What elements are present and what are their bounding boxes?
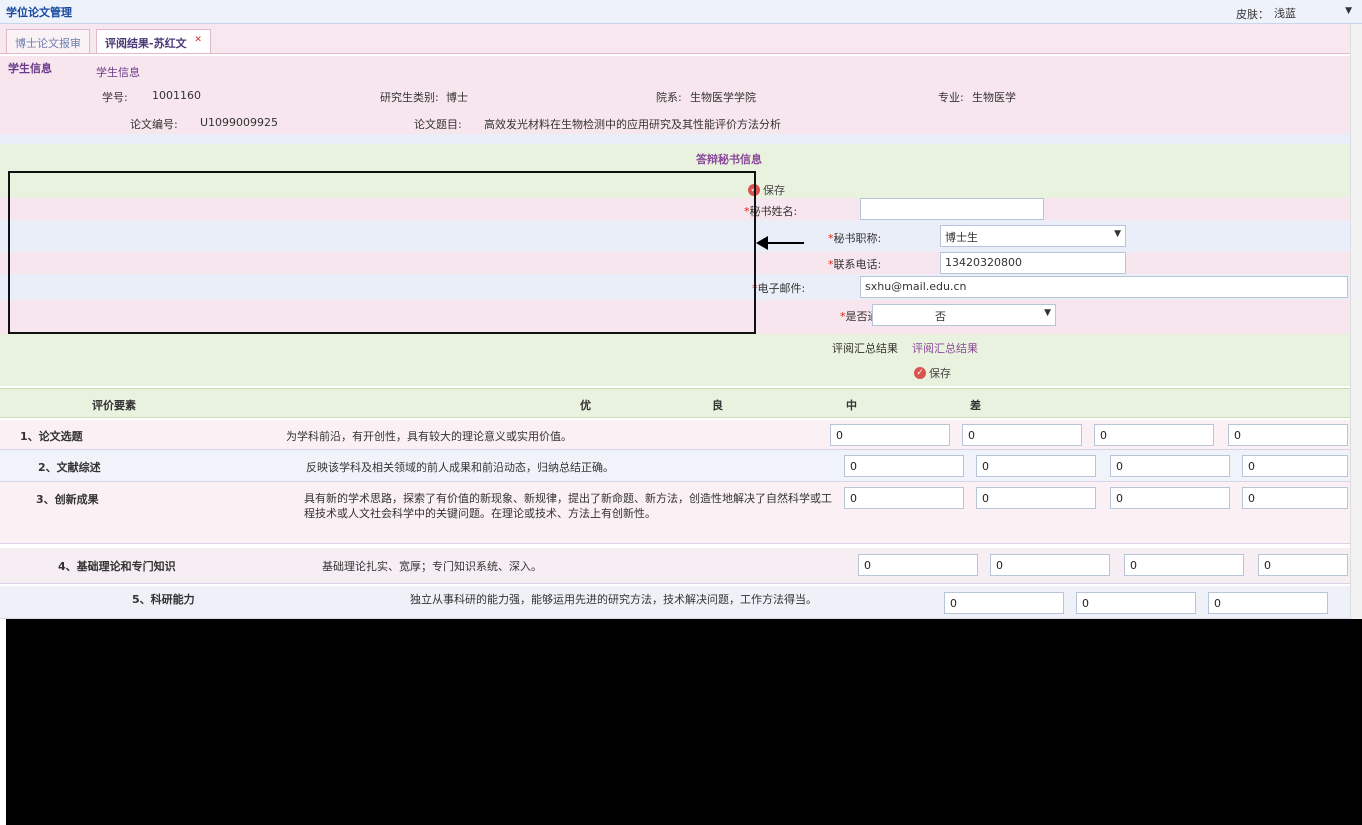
thesis-no-value: U1099009925 [200,116,279,129]
student-type-label: 研究生类别: [380,91,439,104]
header-medium: 中 [846,399,857,412]
tab-thesis-review[interactable]: 博士论文报审 [6,29,90,53]
skin-label: 皮肤： [1236,8,1269,21]
blank-region [6,619,1362,825]
eval-table-header: 评价要素 优 良 中 差 [0,388,1362,418]
table-row: 1、论文选题 为学科前沿，有开创性，具有较大的理论意义或实用价值。 0 0 0 … [0,420,1362,450]
score-input[interactable]: 0 [1208,592,1328,614]
student-id-value: 1001160 [152,89,201,102]
score-input[interactable]: 0 [844,455,964,477]
save-icon: ✓ [914,367,926,379]
secretary-title-select[interactable]: 博士生 ▼ [940,225,1126,247]
summary-left-label: 评阅汇总结果 [832,342,898,355]
agree-select[interactable]: 否 ▼ [872,304,1056,326]
summary-section-header: 评阅汇总结果 评阅汇总结果 [0,334,1362,358]
criteria-desc: 基础理论扎实、宽厚；专门知识系统、深入。 [322,560,542,573]
section-title: 学生信息 [8,62,52,75]
student-type-value: 博士 [446,91,468,104]
secretary-email-input[interactable]: sxhu@mail.edu.cn [860,276,1348,298]
score-input[interactable]: 0 [976,455,1096,477]
criteria-name: 2、文献综述 [38,461,101,474]
tab-review-result[interactable]: 评阅结果-苏红文 ✕ [96,29,211,53]
criteria-name: 5、科研能力 [132,593,195,606]
dept-value: 生物医学学院 [690,91,756,104]
score-input[interactable]: 0 [1258,554,1348,576]
criteria-name: 3、创新成果 [36,493,99,506]
secretary-title-label: *秘书职称: [828,232,882,245]
header-criteria: 评价要素 [92,399,136,412]
student-info-row-2: 论文编号: U1099009925 论文题目: 高效发光材料在生物检测中的应用研… [0,112,1362,134]
criteria-desc: 独立从事科研的能力强，能够运用先进的研究方法，技术解决问题，工作方法得当。 [410,593,817,606]
section-subtitle: 学生信息 [96,66,140,79]
score-input[interactable]: 0 [1110,487,1230,509]
app-title: 学位论文管理 [6,6,72,19]
secretary-email-label: *电子邮件: [752,282,806,295]
criteria-name: 4、基础理论和专门知识 [58,560,176,573]
student-id-label: 学号: [102,91,128,104]
arrow-left-icon [756,236,768,250]
score-input[interactable]: 0 [858,554,978,576]
table-row: 2、文献综述 反映该学科及相关领域的前人成果和前沿动态，归纳总结正确。 0 0 … [0,450,1362,482]
score-input[interactable]: 0 [976,487,1096,509]
thesis-no-label: 论文编号: [130,118,178,131]
score-input[interactable]: 0 [962,424,1082,446]
major-value: 生物医学 [972,91,1016,104]
annotation-box [8,171,756,334]
score-input[interactable]: 0 [1110,455,1230,477]
score-input[interactable]: 0 [1094,424,1214,446]
summary-toolbar: ✓ 保存 [0,358,1362,386]
vertical-scrollbar[interactable] [1350,24,1362,619]
score-input[interactable]: 0 [1242,487,1348,509]
criteria-name: 1、论文选题 [20,430,83,443]
tab-label: 评阅结果-苏红文 [105,37,187,50]
chevron-down-icon: ▼ [1114,229,1121,239]
header-poor: 差 [970,399,981,412]
skin-value: 浅蓝 [1274,7,1296,20]
student-info-row-1: 学号: 1001160 研究生类别: 博士 院系: 生物医学学院 专业: 生物医… [0,80,1362,112]
section-title: 答辩秘书信息 [696,153,762,166]
score-input[interactable]: 0 [990,554,1110,576]
summary-save-button[interactable]: ✓ 保存 [914,365,951,381]
score-input[interactable]: 0 [944,592,1064,614]
major-label: 专业: [938,91,964,104]
header-good: 良 [712,399,723,412]
score-input[interactable]: 0 [844,487,964,509]
table-row: 4、基础理论和专门知识 基础理论扎实、宽厚；专门知识系统、深入。 0 0 0 0 [0,548,1362,584]
close-icon[interactable]: ✕ [194,35,202,45]
top-bar: 学位论文管理 皮肤： 浅蓝 ▼ [0,0,1362,24]
dept-label: 院系: [656,91,682,104]
chevron-down-icon: ▼ [1044,308,1051,318]
secretary-name-input[interactable] [860,198,1044,220]
criteria-desc: 具有新的学术思路，探索了有价值的新现象、新规律，提出了新命题、新方法，创造性地解… [304,492,832,520]
secretary-phone-input[interactable]: 13420320800 [940,252,1126,274]
table-row: 5、科研能力 独立从事科研的能力强，能够运用先进的研究方法，技术解决问题，工作方… [0,586,1362,619]
save-label: 保存 [929,367,951,380]
criteria-desc: 反映该学科及相关领域的前人成果和前沿动态，归纳总结正确。 [306,461,614,474]
save-label: 保存 [763,184,785,197]
chevron-down-icon: ▼ [1345,6,1352,16]
criteria-desc: 为学科前沿，有开创性，具有较大的理论意义或实用价值。 [286,430,572,443]
score-input[interactable]: 0 [1242,455,1348,477]
secretary-phone-label: *联系电话: [828,258,882,271]
score-input[interactable]: 0 [830,424,950,446]
score-input[interactable]: 0 [1124,554,1244,576]
divider [0,134,1362,144]
table-row: 3、创新成果 具有新的学术思路，探索了有价值的新现象、新规律，提出了新命题、新方… [0,482,1362,544]
score-input[interactable]: 0 [1228,424,1348,446]
section-title: 评阅汇总结果 [912,342,978,355]
thesis-title-value: 高效发光材料在生物检测中的应用研究及其性能评价方法分析 [484,118,781,131]
thesis-title-label: 论文题目: [414,118,462,131]
secretary-section-header: 答辩秘书信息 [0,144,1362,170]
tab-label: 博士论文报审 [15,37,81,50]
tab-bar: 博士论文报审 评阅结果-苏红文 ✕ [0,24,1362,54]
student-section-header: 学生信息 学生信息 [0,56,1362,80]
secretary-title-value: 博士生 [945,231,978,244]
header-excellent: 优 [580,399,591,412]
score-input[interactable]: 0 [1076,592,1196,614]
skin-select[interactable]: 浅蓝 ▼ [1272,4,1356,21]
agree-value: 否 [935,310,946,323]
